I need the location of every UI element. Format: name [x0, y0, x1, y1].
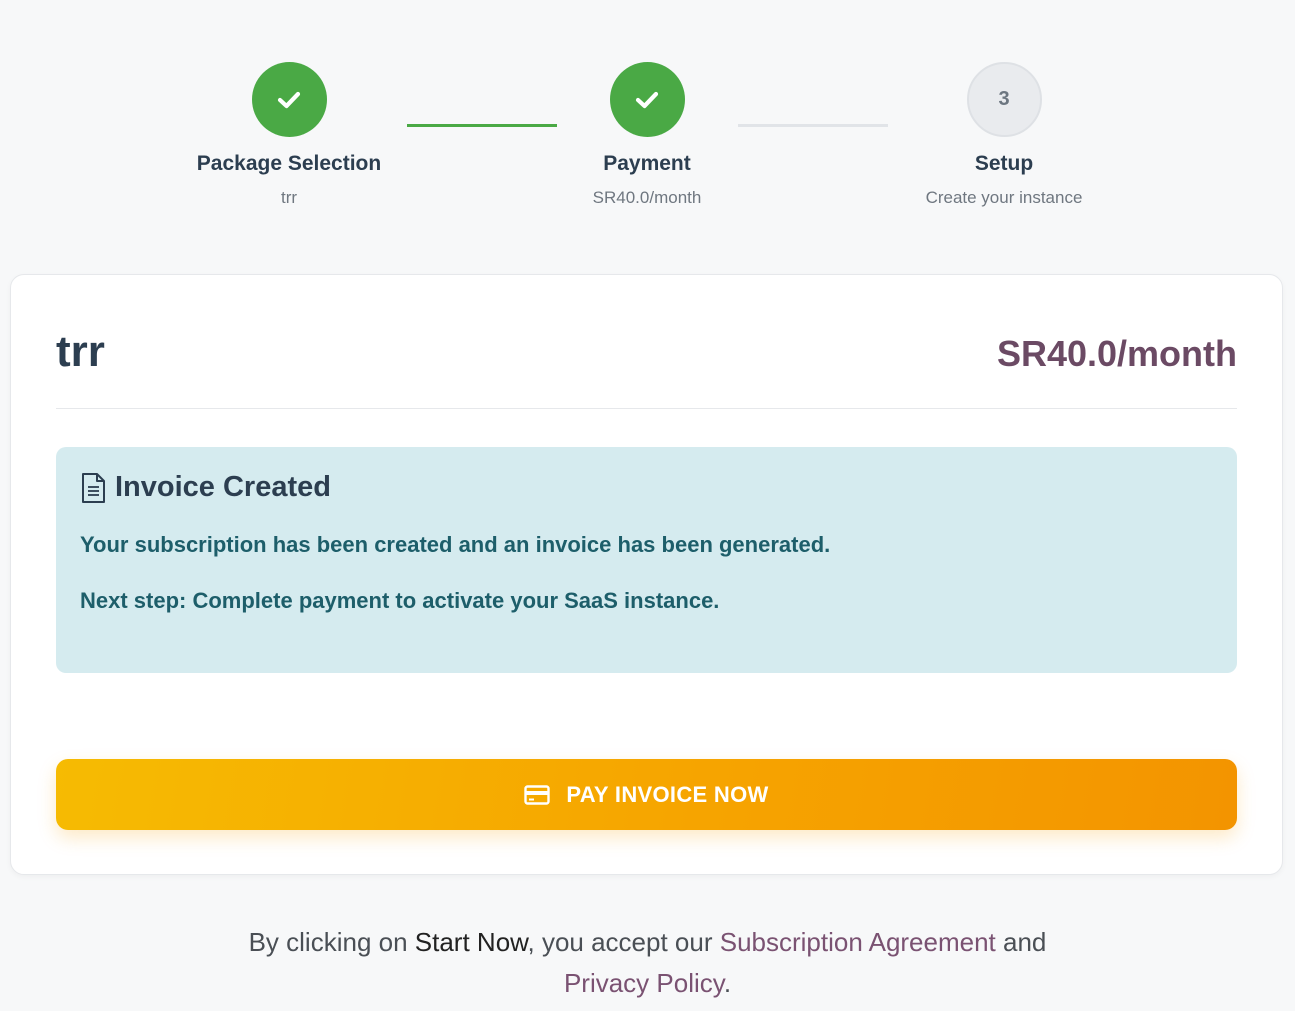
step-connector-pending [738, 124, 888, 127]
card-header: trr SR40.0/month [56, 315, 1237, 409]
step-title: Payment [603, 152, 691, 175]
progress-stepper: Package Selection trr Payment SR40.0/mon… [0, 0, 1295, 240]
terms-suffix: . [723, 968, 732, 998]
document-icon [82, 472, 105, 503]
credit-card-icon [524, 784, 551, 805]
package-price: SR40.0/month [996, 333, 1237, 374]
check-icon [277, 91, 301, 108]
start-now-text: Start Now [414, 927, 528, 957]
alert-next-step: Next step: Complete payment to activate … [80, 588, 1213, 614]
next-step-label: Next step: [80, 588, 187, 613]
invoice-created-alert: Invoice Created Your subscription has be… [56, 447, 1237, 673]
alert-title: Invoice Created [115, 471, 331, 503]
next-step-text: Complete payment to activate your SaaS i… [186, 588, 720, 613]
subscription-card: trr SR40.0/month Invoice Created Your su… [10, 274, 1283, 875]
check-icon [635, 91, 659, 108]
step-payment: Payment SR40.0/month [517, 62, 777, 208]
step-setup: 3 Setup Create your instance [874, 62, 1134, 208]
package-name: trr [56, 327, 105, 376]
alert-title-row: Invoice Created [80, 471, 1213, 504]
step-title: Setup [974, 152, 1034, 175]
alert-message: Your subscription has been created and a… [80, 532, 831, 557]
step-subtitle: SR40.0/month [592, 188, 702, 207]
step-subtitle: trr [280, 188, 298, 207]
terms-notice: By clicking on Start Now, you accept our… [0, 922, 1295, 1004]
terms-middle: , you accept our [527, 927, 720, 957]
step-package-selection: Package Selection trr [159, 62, 419, 208]
terms-prefix: By clicking on [248, 927, 415, 957]
step-subtitle: Create your instance [925, 188, 1083, 207]
subscription-agreement-link[interactable]: Subscription Agreement [720, 927, 996, 957]
step-complete-circle [609, 62, 685, 137]
step-title: Package Selection [196, 152, 382, 175]
pay-invoice-button[interactable]: PAY INVOICE NOW [56, 759, 1237, 830]
step-number: 3 [998, 88, 1010, 110]
step-pending-circle: 3 [966, 62, 1042, 137]
terms-and: and [995, 927, 1047, 957]
privacy-policy-link[interactable]: Privacy Policy [564, 968, 724, 998]
pay-button-label: PAY INVOICE NOW [566, 781, 769, 807]
step-complete-circle [251, 62, 327, 137]
